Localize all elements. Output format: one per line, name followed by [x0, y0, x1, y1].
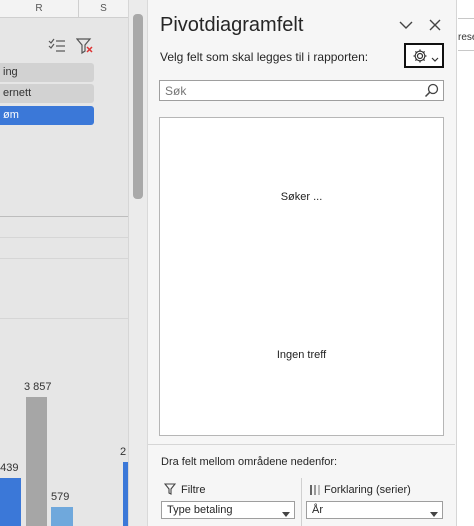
- scrollbar-thumb[interactable]: [133, 14, 143, 199]
- gridline: [458, 50, 474, 51]
- gridline: [458, 18, 474, 19]
- column-header-r[interactable]: R: [0, 0, 79, 18]
- field-search-box: [159, 80, 444, 101]
- close-icon[interactable]: [428, 18, 442, 35]
- no-results-message: Ingen treff: [276, 349, 327, 361]
- slicer-item-label: ernett: [3, 87, 32, 99]
- tools-button[interactable]: [404, 43, 444, 68]
- chart-bar[interactable]: [26, 396, 47, 526]
- area-divider: [301, 478, 302, 526]
- dropdown-value: År: [312, 504, 323, 516]
- legend-series-icon: [309, 484, 321, 499]
- slicer-item-selected[interactable]: øm: [0, 106, 94, 125]
- cell-text: rese: [458, 32, 474, 43]
- chevron-down-icon: [431, 52, 439, 66]
- drag-hint: Dra felt mellom områdene nedenfor:: [161, 456, 338, 468]
- chart-bar[interactable]: [0, 477, 21, 526]
- pane-subtitle: Velg felt som skal legges til i rapporte…: [160, 50, 369, 64]
- column-header-label: S: [100, 3, 107, 14]
- divider: [148, 444, 455, 445]
- clear-filter-icon[interactable]: [75, 37, 94, 58]
- column-header-s[interactable]: S: [79, 0, 128, 18]
- search-icon[interactable]: [424, 83, 439, 101]
- gridline: [0, 237, 128, 238]
- filters-field-dropdown[interactable]: Type betaling: [161, 501, 295, 519]
- filter-icon: [163, 483, 177, 498]
- divider: [0, 216, 128, 217]
- gridline: [0, 258, 128, 259]
- chevron-down-icon: [430, 507, 438, 523]
- legend-area-label: Forklaring (serier): [324, 484, 411, 496]
- slicer-item-label: ing: [3, 66, 18, 78]
- data-label: 2: [120, 446, 127, 458]
- search-input[interactable]: [160, 81, 415, 100]
- data-label: 3 857: [24, 380, 52, 393]
- slicer-item[interactable]: ernett: [0, 84, 94, 103]
- chevron-down-icon: [282, 507, 290, 523]
- gridline: [0, 318, 128, 319]
- slicer-item[interactable]: ing: [0, 63, 94, 82]
- filters-area-label: Filtre: [181, 484, 206, 496]
- searching-status: Søker ...: [280, 191, 323, 203]
- chevron-down-icon[interactable]: [398, 18, 414, 35]
- chart-bar[interactable]: [51, 506, 73, 526]
- gear-icon: [412, 48, 428, 67]
- field-list: Søker ... Ingen treff: [159, 117, 444, 436]
- column-header-label: R: [35, 3, 43, 14]
- dropdown-value: Type betaling: [167, 504, 233, 516]
- data-label: 1 439: [0, 461, 19, 474]
- pane-title: Pivotdiagramfelt: [160, 14, 304, 36]
- multi-select-icon[interactable]: [48, 38, 66, 57]
- sheet-right-edge: rese: [456, 0, 474, 526]
- worksheet-area: R S ing ernett øm 1 439 3 857 579 2: [0, 0, 128, 526]
- legend-field-dropdown[interactable]: År: [306, 501, 443, 519]
- slicer-item-label: øm: [3, 109, 19, 121]
- data-label: 579: [51, 490, 70, 503]
